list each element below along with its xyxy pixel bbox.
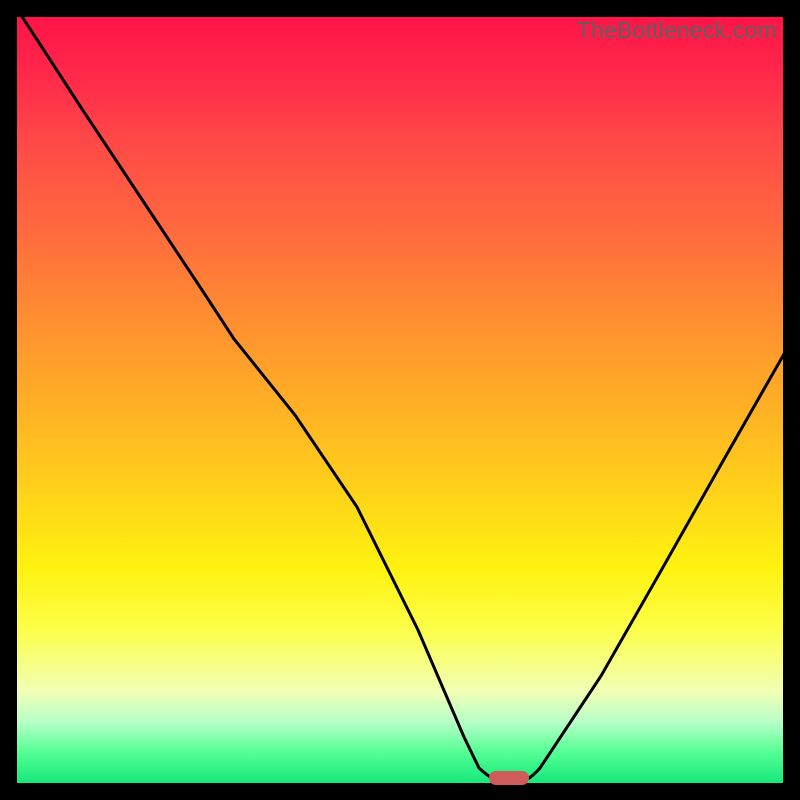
chart-frame: TheBottleneck.com	[0, 0, 800, 800]
bottleneck-curve	[21, 15, 784, 783]
curve-layer	[17, 17, 783, 783]
optimal-indicator	[489, 771, 529, 785]
plot-area: TheBottleneck.com	[17, 17, 783, 783]
